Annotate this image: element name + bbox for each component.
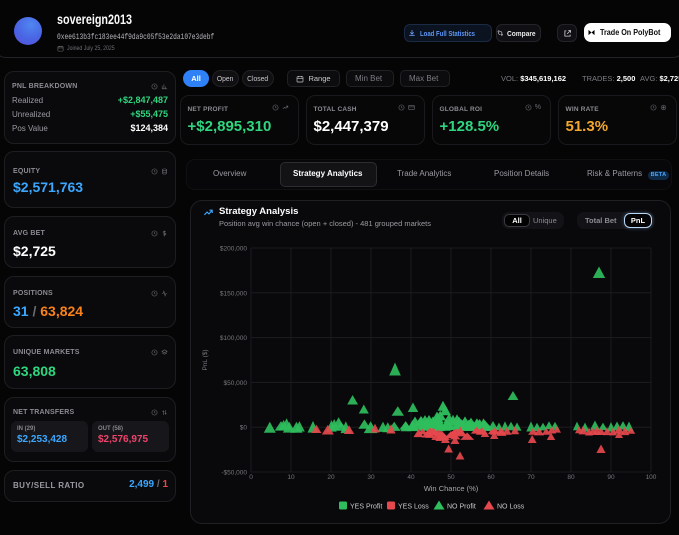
svg-text:60: 60 — [487, 474, 495, 481]
svg-text:$50,000: $50,000 — [224, 380, 248, 387]
svg-text:$150,000: $150,000 — [220, 290, 247, 297]
svg-text:-$50,000: -$50,000 — [221, 470, 247, 477]
svg-text:90: 90 — [607, 474, 615, 481]
svg-text:NO Profit: NO Profit — [447, 504, 476, 511]
svg-text:40: 40 — [407, 474, 415, 481]
svg-text:20: 20 — [327, 474, 335, 481]
svg-text:YES Profit: YES Profit — [350, 504, 382, 511]
svg-text:50: 50 — [447, 474, 455, 481]
svg-text:30: 30 — [367, 474, 375, 481]
svg-text:PnL ($): PnL ($) — [202, 349, 209, 370]
svg-text:100: 100 — [646, 474, 657, 481]
svg-text:70: 70 — [527, 474, 535, 481]
svg-text:$0: $0 — [240, 425, 248, 432]
svg-text:80: 80 — [567, 474, 575, 481]
svg-text:0: 0 — [249, 474, 253, 481]
svg-text:YES Loss: YES Loss — [398, 504, 429, 511]
svg-text:$200,000: $200,000 — [220, 246, 247, 253]
svg-text:NO Loss: NO Loss — [497, 504, 525, 511]
svg-text:$100,000: $100,000 — [220, 335, 247, 342]
svg-text:10: 10 — [287, 474, 295, 481]
svg-text:Win Chance (%): Win Chance (%) — [424, 484, 479, 493]
